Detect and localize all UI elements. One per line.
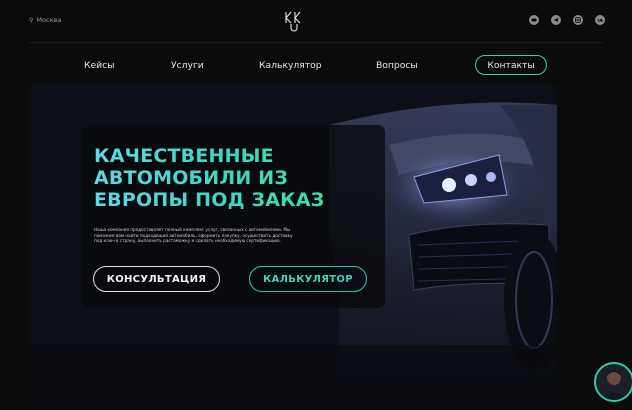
chat-avatar[interactable] — [594, 362, 632, 402]
youtube-icon[interactable] — [529, 15, 539, 25]
calculator-button-label: КАЛЬКУЛЯТОР — [263, 273, 353, 285]
main-nav: Кейсы Услуги Калькулятор Вопросы Контакт… — [0, 55, 632, 77]
instagram-icon[interactable] — [573, 15, 583, 25]
nav-item-calculator[interactable]: Калькулятор — [259, 60, 322, 71]
social-links — [529, 15, 605, 25]
calculator-button[interactable]: КАЛЬКУЛЯТОР — [249, 266, 367, 292]
nav-item-cases[interactable]: Кейсы — [84, 60, 114, 71]
nav-item-services[interactable]: Услуги — [171, 60, 204, 71]
vk-icon[interactable] — [595, 15, 605, 25]
logo[interactable] — [284, 9, 308, 33]
top-bar: ⚲ Москва — [0, 0, 632, 44]
hero-title: КАЧЕСТВЕННЫЕ АВТОМОБИЛИ ИЗ ЕВРОПЫ ПОД ЗА… — [94, 145, 354, 211]
consultation-button-label: КОНСУЛЬТАЦИЯ — [106, 273, 207, 285]
contacts-button[interactable]: Контакты — [475, 55, 547, 75]
city-label: Москва — [36, 16, 62, 24]
city-selector[interactable]: ⚲ Москва — [29, 16, 61, 24]
person-icon — [601, 370, 627, 400]
nav-item-questions[interactable]: Вопросы — [376, 60, 418, 71]
contacts-button-label: Контакты — [487, 59, 535, 71]
header-divider — [29, 42, 603, 43]
telegram-icon[interactable] — [551, 15, 561, 25]
consultation-button[interactable]: КОНСУЛЬТАЦИЯ — [93, 266, 220, 292]
location-pin-icon: ⚲ — [29, 16, 34, 24]
hero-description: Наша компания предоставляет полный компл… — [94, 227, 293, 243]
